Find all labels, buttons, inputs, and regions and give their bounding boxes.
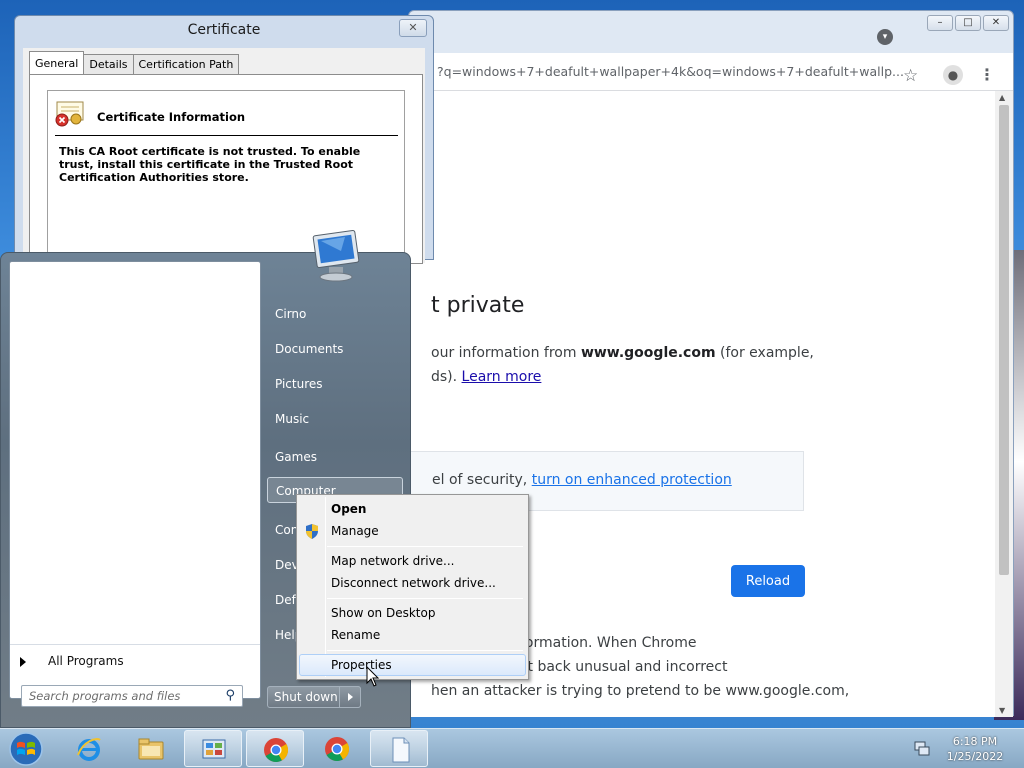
address-bar-url[interactable]: ?q=windows+7+deafult+wallpaper+4k&oq=win… xyxy=(437,64,904,79)
bookmark-star-icon[interactable]: ☆ xyxy=(903,66,918,86)
page-scrollbar[interactable]: ▲ ▼ xyxy=(995,91,1013,717)
menu-separator xyxy=(327,650,523,651)
computer-context-menu: Open Manage Map network drive... Disconn… xyxy=(296,494,529,680)
all-programs-button[interactable]: All Programs xyxy=(20,654,124,668)
warning-text: our information from xyxy=(431,345,581,361)
scroll-down-icon[interactable]: ▼ xyxy=(999,706,1005,715)
menu-item-show-on-desktop[interactable]: Show on Desktop xyxy=(299,602,526,624)
menu-separator xyxy=(327,546,523,547)
shutdown-options-arrow-icon[interactable] xyxy=(339,686,361,708)
maximize-button[interactable]: □ xyxy=(955,15,981,31)
security-tip-text: el of security, turn on enhanced protect… xyxy=(432,472,732,488)
network-tray-icon[interactable] xyxy=(913,739,931,757)
search-icon[interactable]: ⚲ xyxy=(225,688,235,703)
certificate-error-icon xyxy=(55,101,84,127)
menu-item-properties[interactable]: Properties xyxy=(299,654,526,676)
tab-details[interactable]: Details xyxy=(83,54,134,74)
taskbar-chrome-1[interactable] xyxy=(246,730,304,767)
certificate-trust-message: This CA Root certificate is not trusted.… xyxy=(59,145,361,184)
warning-text-end: (for example, xyxy=(715,345,814,361)
security-tip-prefix: el of security, xyxy=(432,472,532,488)
tab-search-icon[interactable]: ▾ xyxy=(877,29,893,45)
scroll-thumb[interactable] xyxy=(999,105,1009,575)
warning-text-line2: ds). xyxy=(431,369,462,385)
taskbar: 6:18 PM 1/25/2022 xyxy=(0,728,1024,768)
profile-avatar-icon[interactable]: ● xyxy=(943,65,963,85)
info-separator xyxy=(55,135,398,136)
clock-date: 1/25/2022 xyxy=(946,750,1004,763)
details-line: hen an attacker is trying to pretend to … xyxy=(431,683,850,699)
internet-explorer-icon xyxy=(77,738,101,761)
mouse-cursor-icon xyxy=(366,666,380,687)
start-item-pictures[interactable]: Pictures xyxy=(267,371,403,397)
chrome-icon xyxy=(264,738,289,763)
dialog-title: Certificate xyxy=(187,22,261,38)
start-item-games[interactable]: Games xyxy=(267,444,403,470)
menu-item-map-network-drive[interactable]: Map network drive... xyxy=(299,550,526,572)
chrome-toolbar: ?q=windows+7+deafult+wallpaper+4k&oq=win… xyxy=(409,53,1013,91)
warning-paragraph: our information from www.google.com (for… xyxy=(431,341,991,389)
all-programs-label: All Programs xyxy=(48,654,124,668)
certificate-info-title: Certificate Information xyxy=(97,110,246,124)
chrome-window-controls: – □ ✕ xyxy=(927,15,1009,31)
page-heading: t private xyxy=(431,293,525,318)
all-programs-arrow-icon xyxy=(20,656,26,667)
start-search-box[interactable]: ⚲ xyxy=(21,685,243,707)
scroll-up-icon[interactable]: ▲ xyxy=(999,93,1005,102)
menu-separator xyxy=(327,598,523,599)
taskbar-control-panel[interactable] xyxy=(184,730,242,767)
warning-domain: www.google.com xyxy=(580,345,716,361)
all-programs-separator xyxy=(10,644,260,645)
computer-user-picture-icon xyxy=(312,229,360,282)
start-menu-programs-pane: All Programs xyxy=(9,261,261,699)
start-orb-icon[interactable] xyxy=(6,731,46,767)
taskbar-document[interactable] xyxy=(370,730,428,767)
learn-more-link[interactable]: Learn more xyxy=(462,369,542,385)
menu-item-disconnect-network-drive[interactable]: Disconnect network drive... xyxy=(299,572,526,594)
document-icon xyxy=(392,737,410,763)
menu-item-manage-label: Manage xyxy=(331,524,379,538)
close-button[interactable]: ✕ xyxy=(983,15,1009,31)
start-item-documents[interactable]: Documents xyxy=(267,336,403,362)
start-item-cirno[interactable]: Cirno xyxy=(267,301,403,327)
clock-time: 6:18 PM xyxy=(952,735,998,748)
menu-item-rename[interactable]: Rename xyxy=(299,624,526,646)
minimize-button[interactable]: – xyxy=(927,15,953,31)
taskbar-internet-explorer[interactable] xyxy=(60,730,118,767)
tab-general[interactable]: General xyxy=(29,51,85,74)
certificate-dialog[interactable]: Certificate ✕ General Details Certificat… xyxy=(14,15,434,265)
enhanced-protection-link[interactable]: turn on enhanced protection xyxy=(532,472,732,488)
chrome-menu-icon[interactable]: ⋮ xyxy=(979,65,995,84)
start-search-input[interactable] xyxy=(22,686,212,706)
menu-item-manage[interactable]: Manage xyxy=(299,520,526,542)
uac-shield-icon xyxy=(306,524,318,539)
tab-certification-path[interactable]: Certification Path xyxy=(132,54,240,74)
menu-item-open[interactable]: Open xyxy=(299,498,526,520)
start-item-music[interactable]: Music xyxy=(267,406,403,432)
chrome-icon xyxy=(325,737,350,762)
dialog-close-button[interactable]: ✕ xyxy=(399,19,427,37)
dialog-tabs: General Details Certification Path xyxy=(29,51,240,74)
windows-explorer-icon xyxy=(138,738,164,760)
control-panel-icon xyxy=(202,739,226,759)
taskbar-windows-explorer[interactable] xyxy=(122,730,180,767)
system-clock[interactable]: 6:18 PM 1/25/2022 xyxy=(940,734,1010,764)
reload-button[interactable]: Reload xyxy=(731,565,805,597)
taskbar-chrome-2[interactable] xyxy=(308,730,366,767)
